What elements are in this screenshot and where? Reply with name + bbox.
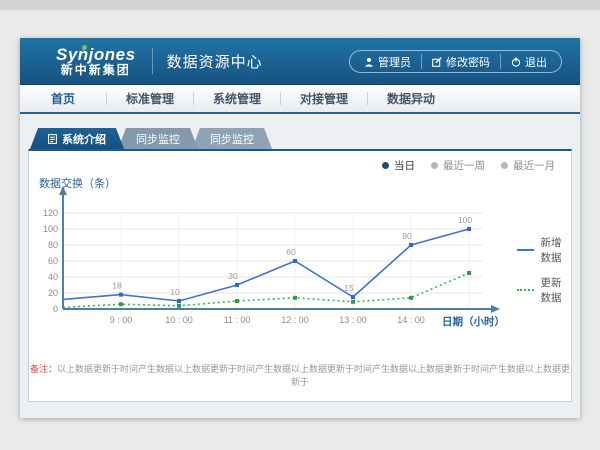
svg-text:9 : 00: 9 : 00 — [110, 315, 133, 325]
filter-label: 最近一月 — [513, 158, 555, 173]
svg-text:120: 120 — [43, 208, 58, 218]
page-title: 数据资源中心 — [167, 51, 263, 72]
series-legend: 新增数据 更新数据 — [517, 235, 571, 305]
user-toolbar: 管理员 修改密码 退出 — [349, 50, 562, 73]
filter-today[interactable]: 当日 — [382, 158, 415, 173]
time-range-filters: 当日 最近一周 最近一月 — [382, 158, 555, 173]
power-icon — [511, 57, 521, 67]
svg-text:0: 0 — [53, 304, 58, 314]
filter-last-month[interactable]: 最近一月 — [501, 158, 555, 173]
footer-note: 备注：以上数据更新于时间产生数据以上数据更新于时间产生数据以上数据更新于时间产生… — [29, 362, 571, 388]
main-nav: 首页 标准管理 系统管理 对接管理 数据异动 — [20, 85, 580, 112]
legend-new-data: 新增数据 — [517, 235, 571, 265]
logout-label: 退出 — [525, 54, 547, 70]
filter-last-week[interactable]: 最近一周 — [431, 158, 485, 173]
svg-text:80: 80 — [402, 231, 412, 241]
tab-label: 同步监控 — [136, 131, 180, 147]
legend-update-data: 更新数据 — [517, 275, 571, 305]
note-prefix: 备注： — [30, 364, 57, 374]
svg-text:15: 15 — [344, 283, 354, 293]
edit-icon — [432, 57, 442, 67]
svg-text:60: 60 — [48, 256, 58, 266]
svg-text:10 : 00: 10 : 00 — [165, 315, 193, 325]
svg-text:100: 100 — [43, 224, 58, 234]
tab-system-intro[interactable]: 系统介绍 — [30, 128, 124, 149]
radio-dot-icon — [382, 162, 389, 169]
chart-panel: 当日 最近一周 最近一月 数据交换（条） 0204060801001209 : … — [28, 149, 572, 402]
logo-sub-text: 新中新集团 — [56, 64, 136, 77]
note-text: 以上数据更新于时间产生数据以上数据更新于时间产生数据以上数据更新于时间产生数据以… — [57, 364, 570, 387]
svg-text:13 : 00: 13 : 00 — [339, 315, 367, 325]
logo-main-text: Synjones — [56, 46, 136, 64]
tab-label: 系统介绍 — [62, 131, 106, 147]
user-label: 管理员 — [378, 54, 411, 70]
svg-text:60: 60 — [286, 247, 296, 257]
line-chart: 0 20 40 60 80 100 120 9 : 00 10 : 00 11 : 00 12 : … — [37, 181, 507, 331]
app-window: Synjones 新中新集团 数据资源中心 管理员 修改密码 — [20, 38, 580, 418]
svg-text:80: 80 — [48, 240, 58, 250]
nav-item-standard-mgmt[interactable]: 标准管理 — [107, 90, 193, 107]
page: Synjones 新中新集团 数据资源中心 管理员 修改密码 — [0, 0, 600, 450]
svg-text:30: 30 — [228, 271, 238, 281]
logout-button[interactable]: 退出 — [500, 54, 557, 69]
svg-text:日期（小时）: 日期（小时） — [442, 315, 505, 328]
svg-text:18: 18 — [112, 281, 122, 291]
svg-text:11 : 00: 11 : 00 — [224, 315, 251, 325]
header-divider — [152, 48, 153, 74]
radio-dot-icon — [501, 162, 508, 169]
svg-text:10: 10 — [170, 287, 180, 297]
user-menu[interactable]: 管理员 — [354, 54, 421, 69]
tab-sync-monitor-2[interactable]: 同步监控 — [192, 128, 272, 149]
svg-text:14 : 00: 14 : 00 — [397, 315, 425, 325]
tab-sync-monitor-1[interactable]: 同步监控 — [118, 128, 198, 149]
svg-text:100: 100 — [458, 215, 472, 225]
svg-text:20: 20 — [48, 288, 58, 298]
company-logo: Synjones 新中新集团 — [56, 46, 136, 76]
tab-label: 同步监控 — [210, 131, 254, 147]
svg-text:40: 40 — [48, 272, 58, 282]
change-password-button[interactable]: 修改密码 — [421, 54, 500, 69]
tab-bar: 系统介绍 同步监控 同步监控 — [30, 128, 266, 149]
filter-label: 当日 — [394, 158, 415, 173]
radio-dot-icon — [431, 162, 438, 169]
app-header: Synjones 新中新集团 数据资源中心 管理员 修改密码 — [20, 38, 580, 85]
svg-text:12 : 00: 12 : 00 — [281, 315, 309, 325]
document-icon — [48, 134, 57, 144]
nav-item-system-mgmt[interactable]: 系统管理 — [194, 90, 280, 107]
dotted-line-icon — [517, 289, 534, 291]
change-password-label: 修改密码 — [446, 54, 490, 70]
nav-item-interface-mgmt[interactable]: 对接管理 — [281, 90, 367, 107]
solid-line-icon — [517, 249, 534, 251]
user-icon — [364, 57, 374, 67]
nav-item-data-change[interactable]: 数据异动 — [368, 90, 454, 107]
legend-label: 更新数据 — [540, 275, 571, 305]
content-area: 系统介绍 同步监控 同步监控 当日 最近一周 — [20, 114, 580, 418]
legend-label: 新增数据 — [540, 235, 571, 265]
filter-label: 最近一周 — [443, 158, 485, 173]
nav-item-home[interactable]: 首页 — [20, 90, 106, 107]
window-chrome-strip — [0, 0, 600, 10]
